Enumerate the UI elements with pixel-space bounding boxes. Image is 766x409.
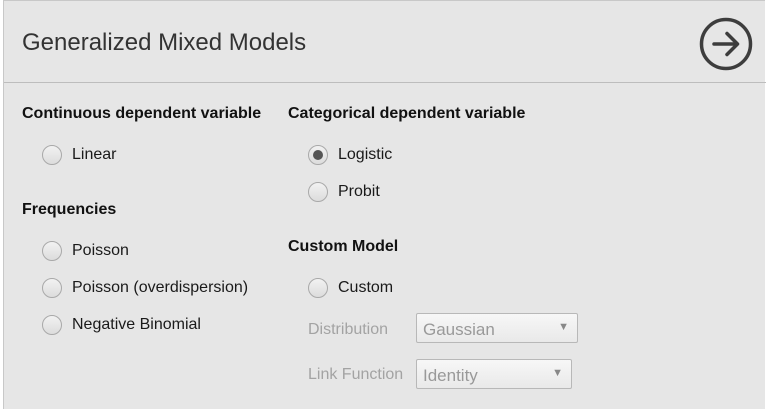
radio-linear[interactable]: Linear [42, 142, 116, 168]
distribution-select[interactable]: Gaussian ▼ [416, 313, 578, 343]
chevron-down-icon: ▼ [558, 321, 569, 333]
radio-poisson-overdispersion[interactable]: Poisson (overdispersion) [42, 275, 248, 301]
link-function-select[interactable]: Identity ▼ [416, 359, 572, 389]
radio-logistic[interactable]: Logistic [308, 142, 392, 168]
distribution-value: Gaussian [423, 320, 495, 339]
radio-button[interactable] [42, 145, 62, 165]
custom-model-section-title: Custom Model [288, 238, 399, 255]
radio-label: Logistic [338, 146, 393, 163]
radio-negative-binomial[interactable]: Negative Binomial [42, 312, 201, 338]
radio-button[interactable] [308, 145, 328, 165]
radio-label: Poisson (overdispersion) [72, 279, 249, 296]
link-function-value: Identity [423, 366, 478, 385]
page-title: Generalized Mixed Models [22, 29, 307, 56]
radio-button[interactable] [42, 278, 62, 298]
radio-poisson[interactable]: Poisson [42, 238, 129, 264]
link-function-label: Link Function [308, 366, 404, 383]
radio-button[interactable] [42, 241, 62, 261]
panel-header: Generalized Mixed Models [4, 1, 766, 83]
arrow-right-circle-icon [699, 17, 753, 71]
chevron-down-icon: ▼ [552, 367, 563, 379]
frequencies-section-title: Frequencies [22, 201, 117, 218]
continuous-section-title: Continuous dependent variable [22, 105, 262, 122]
categorical-section-title: Categorical dependent variable [288, 105, 526, 122]
run-button[interactable] [699, 17, 753, 71]
radio-label: Linear [72, 146, 117, 163]
analysis-options-panel: Generalized Mixed Models Continuous depe… [3, 0, 766, 409]
radio-probit[interactable]: Probit [308, 179, 380, 205]
radio-label: Negative Binomial [72, 316, 201, 333]
distribution-label: Distribution [308, 321, 389, 338]
radio-label: Poisson [72, 242, 129, 259]
radio-custom[interactable]: Custom [308, 275, 393, 301]
radio-button[interactable] [308, 278, 328, 298]
radio-label: Custom [338, 279, 394, 296]
radio-button[interactable] [42, 315, 62, 335]
radio-button[interactable] [308, 182, 328, 202]
radio-label: Probit [338, 183, 380, 200]
